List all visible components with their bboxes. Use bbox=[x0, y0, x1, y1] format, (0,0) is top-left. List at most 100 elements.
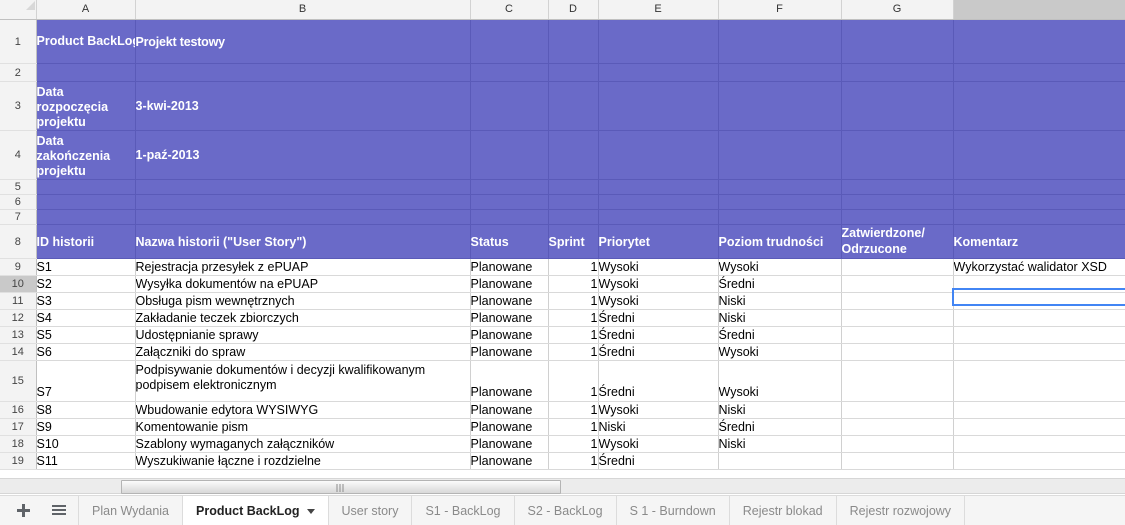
th-zatwierdzone-odrzucone[interactable]: Zatwierdzone/ Odrzucone bbox=[841, 224, 954, 259]
cell-g1[interactable] bbox=[841, 19, 954, 64]
cell-d3[interactable] bbox=[548, 81, 599, 131]
cell-comment[interactable] bbox=[953, 360, 1125, 402]
cell-sprint[interactable]: 1 bbox=[548, 258, 599, 276]
cell-name[interactable]: Podpisywanie dokumentów i decyzji kwalif… bbox=[135, 360, 471, 402]
cell-name[interactable]: Zakładanie teczek zbiorczych bbox=[135, 309, 471, 327]
cell-e6[interactable] bbox=[598, 194, 719, 210]
sheet-tab-s1-burndown[interactable]: S 1 - Burndown bbox=[617, 496, 730, 525]
cell-d4[interactable] bbox=[548, 130, 599, 180]
row-header-1[interactable]: 1 bbox=[0, 19, 37, 64]
cell-h3[interactable] bbox=[953, 81, 1125, 131]
start-date-label-cell[interactable]: Data rozpoczęcia projektu bbox=[36, 81, 136, 131]
cell-f4[interactable] bbox=[718, 130, 842, 180]
sheet-tab-product-backlog[interactable]: Product BackLog bbox=[182, 496, 329, 525]
cell-difficulty[interactable]: Niski bbox=[718, 309, 842, 327]
cell-difficulty[interactable]: Niski bbox=[718, 292, 842, 310]
cell-c6[interactable] bbox=[470, 194, 549, 210]
sheet-tab-user-story[interactable]: User story bbox=[329, 496, 413, 525]
cell-h1[interactable] bbox=[953, 19, 1125, 64]
spreadsheet-grid[interactable]: A B C D E F G 1 Product BackLog Projekt … bbox=[0, 0, 1125, 478]
row-header-14[interactable]: 14 bbox=[0, 343, 37, 361]
th-sprint[interactable]: Sprint bbox=[548, 224, 599, 259]
th-status[interactable]: Status bbox=[470, 224, 549, 259]
cell-difficulty[interactable]: Średni bbox=[718, 418, 842, 436]
cell-status[interactable]: Planowane bbox=[470, 292, 549, 310]
cell-approved[interactable] bbox=[841, 309, 954, 327]
cell-id[interactable]: S3 bbox=[36, 292, 136, 310]
cell-approved[interactable] bbox=[841, 326, 954, 344]
cell-sprint[interactable]: 1 bbox=[548, 309, 599, 327]
cell-approved[interactable] bbox=[841, 292, 954, 310]
cell-f1[interactable] bbox=[718, 19, 842, 64]
cell-d7[interactable] bbox=[548, 209, 599, 225]
cell-h5[interactable] bbox=[953, 179, 1125, 195]
cell-difficulty[interactable]: Średni bbox=[718, 275, 842, 293]
cell-c7[interactable] bbox=[470, 209, 549, 225]
column-header-c[interactable]: C bbox=[470, 0, 549, 20]
cell-sprint[interactable]: 1 bbox=[548, 343, 599, 361]
cell-g6[interactable] bbox=[841, 194, 954, 210]
column-header-g[interactable]: G bbox=[841, 0, 954, 20]
cell-status[interactable]: Planowane bbox=[470, 326, 549, 344]
cell-id[interactable]: S10 bbox=[36, 435, 136, 453]
cell-g5[interactable] bbox=[841, 179, 954, 195]
cell-sprint[interactable]: 1 bbox=[548, 401, 599, 419]
row-header-16[interactable]: 16 bbox=[0, 401, 37, 419]
cell-difficulty[interactable]: Niski bbox=[718, 435, 842, 453]
th-poziom-trudnosci[interactable]: Poziom trudności bbox=[718, 224, 842, 259]
cell-priority[interactable]: Średni bbox=[598, 360, 719, 402]
cell-c5[interactable] bbox=[470, 179, 549, 195]
cell-priority[interactable]: Wysoki bbox=[598, 258, 719, 276]
sheet-tab-plan-wydania[interactable]: Plan Wydania bbox=[79, 496, 184, 525]
cell-a6[interactable] bbox=[36, 194, 136, 210]
cell-priority[interactable]: Niski bbox=[598, 418, 719, 436]
th-priorytet[interactable]: Priorytet bbox=[598, 224, 719, 259]
chevron-down-icon[interactable] bbox=[306, 508, 315, 514]
project-name-cell[interactable]: Projekt testowy bbox=[135, 19, 471, 64]
cell-comment[interactable] bbox=[953, 418, 1125, 436]
cell-status[interactable]: Planowane bbox=[470, 418, 549, 436]
cell-difficulty[interactable]: Niski bbox=[718, 401, 842, 419]
cell-status[interactable]: Planowane bbox=[470, 275, 549, 293]
cell-approved[interactable] bbox=[841, 360, 954, 402]
cell-h7[interactable] bbox=[953, 209, 1125, 225]
cell-h4[interactable] bbox=[953, 130, 1125, 180]
cell-id[interactable]: S6 bbox=[36, 343, 136, 361]
cell-f2[interactable] bbox=[718, 63, 842, 82]
row-header-5[interactable]: 5 bbox=[0, 179, 37, 195]
cell-comment[interactable] bbox=[953, 452, 1125, 470]
all-sheets-button[interactable] bbox=[48, 500, 70, 522]
cell-sprint[interactable]: 1 bbox=[548, 452, 599, 470]
cell-f6[interactable] bbox=[718, 194, 842, 210]
th-id-historii[interactable]: ID historii bbox=[36, 224, 136, 259]
cell-priority[interactable]: Średni bbox=[598, 452, 719, 470]
cell-id[interactable]: S7 bbox=[36, 360, 136, 402]
cell-a7[interactable] bbox=[36, 209, 136, 225]
cell-priority[interactable]: Wysoki bbox=[598, 435, 719, 453]
row-header-3[interactable]: 3 bbox=[0, 81, 37, 131]
column-header-b[interactable]: B bbox=[135, 0, 471, 20]
cell-name[interactable]: Komentowanie pism bbox=[135, 418, 471, 436]
cell-priority[interactable]: Wysoki bbox=[598, 292, 719, 310]
sheet-tab-s2-backlog[interactable]: S2 - BackLog bbox=[515, 496, 617, 525]
cell-b6[interactable] bbox=[135, 194, 471, 210]
cell-priority[interactable]: Średni bbox=[598, 309, 719, 327]
cell-f3[interactable] bbox=[718, 81, 842, 131]
sheet-tab-rejestr-rozwojowy[interactable]: Rejestr rozwojowy bbox=[837, 496, 966, 525]
cell-difficulty[interactable]: Wysoki bbox=[718, 360, 842, 402]
cell-d1[interactable] bbox=[548, 19, 599, 64]
cell-c4[interactable] bbox=[470, 130, 549, 180]
cell-name[interactable]: Wyszukiwanie łączne i rozdzielne bbox=[135, 452, 471, 470]
cell-id[interactable]: S11 bbox=[36, 452, 136, 470]
sheet-label-cell[interactable]: Product BackLog bbox=[36, 19, 136, 64]
horizontal-scrollbar[interactable] bbox=[0, 478, 1125, 494]
row-header-15[interactable]: 15 bbox=[0, 360, 37, 402]
cell-sprint[interactable]: 1 bbox=[548, 418, 599, 436]
cell-comment[interactable]: Wykorzystać walidator XSD bbox=[953, 258, 1125, 276]
cell-sprint[interactable]: 1 bbox=[548, 275, 599, 293]
cell-e5[interactable] bbox=[598, 179, 719, 195]
cell-id[interactable]: S9 bbox=[36, 418, 136, 436]
cell-priority[interactable]: Średni bbox=[598, 326, 719, 344]
row-header-6[interactable]: 6 bbox=[0, 194, 37, 210]
cell-c2[interactable] bbox=[470, 63, 549, 82]
